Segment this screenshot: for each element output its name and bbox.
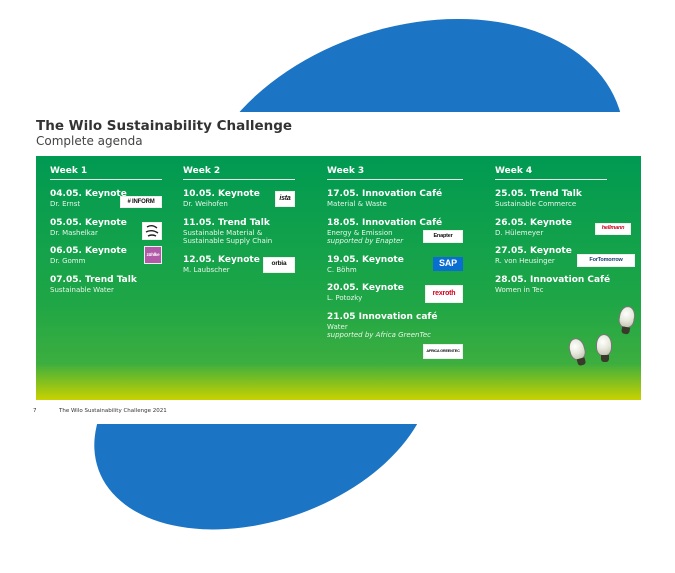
agenda-slide: The Wilo Sustainability Challenge Comple…: [29, 112, 646, 424]
entry-topic: Water: [327, 322, 348, 331]
agenda-entry: 26.05. Keynote D. Hülemeyer hellmann: [495, 218, 635, 238]
entry-title: 18.05. Innovation Café: [327, 217, 443, 228]
entry-title: 21.05 Innovation café: [327, 311, 438, 322]
sap-logo: SAP: [433, 256, 463, 271]
africa-greentec-logo: AFRICA GREENTEC: [423, 343, 463, 359]
entry-topic: Sustainable Water: [50, 285, 114, 294]
entry-topic: Material & Waste: [327, 200, 387, 208]
agenda-entry: 05.05. Keynote Dr. Mashelkar: [50, 218, 162, 240]
inform-logo: # INFORM: [120, 196, 162, 208]
agenda-entry: 28.05. Innovation Café Women in Tec: [495, 275, 635, 295]
week-heading: Week 2: [183, 166, 295, 180]
rexroth-logo: rexroth: [425, 285, 463, 303]
entry-title: 17.05. Innovation Café: [327, 189, 443, 199]
week-3-column: Week 3 17.05. Innovation Café Material &…: [327, 166, 463, 359]
entry-topic: Sustainable Material &: [183, 228, 263, 237]
agenda-entry: 25.05. Trend Talk Sustainable Commerce: [495, 189, 635, 209]
lightbulb-icon: [617, 304, 637, 330]
footer-text: The Wilo Sustainability Challenge 2021: [59, 408, 167, 414]
agenda-entry: 17.05. Innovation Café Material & Waste: [327, 189, 463, 209]
week-2-column: Week 2 10.05. Keynote Dr. Weihofen ista …: [183, 166, 295, 283]
emblem-logo: [142, 221, 162, 240]
agenda-entry: 12.05. Keynote M. Laubscher orbia: [183, 255, 295, 275]
week-heading: Week 1: [50, 166, 162, 180]
page-number: 7: [33, 408, 37, 414]
entry-topic: Sustainable Supply Chain: [183, 237, 273, 245]
entry-topic: Sustainable Commerce: [495, 200, 577, 208]
enapter-logo: Enapter: [423, 229, 463, 243]
agenda-entry: 04.05. Keynote Dr. Ernst # INFORM: [50, 189, 162, 209]
entry-title: 25.05. Trend Talk: [495, 189, 582, 199]
week-4-column: Week 4 25.05. Trend Talk Sustainable Com…: [495, 166, 635, 303]
agenda-entry: 19.05. Keynote C. Böhm SAP: [327, 255, 463, 275]
agenda-entry: 10.05. Keynote Dr. Weihofen ista: [183, 189, 295, 209]
fortomorrow-logo: ForTomorrow: [577, 254, 635, 267]
week-heading: Week 4: [495, 166, 607, 180]
agenda-entry: 18.05. Innovation Café Energy & Emission…: [327, 218, 463, 246]
agenda-entry: 21.05 Innovation café Water supported by…: [327, 311, 463, 359]
agenda-panel: Week 1 04.05. Keynote Dr. Ernst # INFORM…: [36, 156, 641, 400]
entry-title: 28.05. Innovation Café: [495, 274, 611, 285]
hellmann-logo: hellmann: [595, 222, 631, 235]
entry-title: 07.05. Trend Talk: [50, 274, 137, 285]
lightbulb-icon: [596, 334, 612, 362]
ista-logo: ista: [275, 191, 295, 207]
orbia-logo: orbia: [263, 256, 295, 273]
entry-supporter: supported by Africa GreenTec: [327, 331, 432, 339]
zuhlke-logo: zühlke: [144, 246, 162, 264]
agenda-entry: 11.05. Trend Talk Sustainable Material &…: [183, 218, 295, 246]
agenda-entry: 20.05. Keynote L. Potozky rexroth: [327, 283, 463, 303]
lightbulb-icon: [566, 336, 588, 362]
week-1-column: Week 1 04.05. Keynote Dr. Ernst # INFORM…: [50, 166, 162, 303]
entry-topic: Women in Tec: [495, 285, 544, 294]
slide-title: The Wilo Sustainability Challenge: [36, 118, 293, 134]
week-heading: Week 3: [327, 166, 463, 180]
entry-title: 11.05. Trend Talk: [183, 217, 270, 228]
slide-subtitle: Complete agenda: [36, 134, 143, 148]
agenda-entry: 27.05. Keynote R. von Heusinger ForTomor…: [495, 246, 635, 267]
agenda-entry: 06.05. Keynote Dr. Gomm zühlke: [50, 246, 162, 266]
agenda-entry: 07.05. Trend Talk Sustainable Water: [50, 275, 162, 295]
